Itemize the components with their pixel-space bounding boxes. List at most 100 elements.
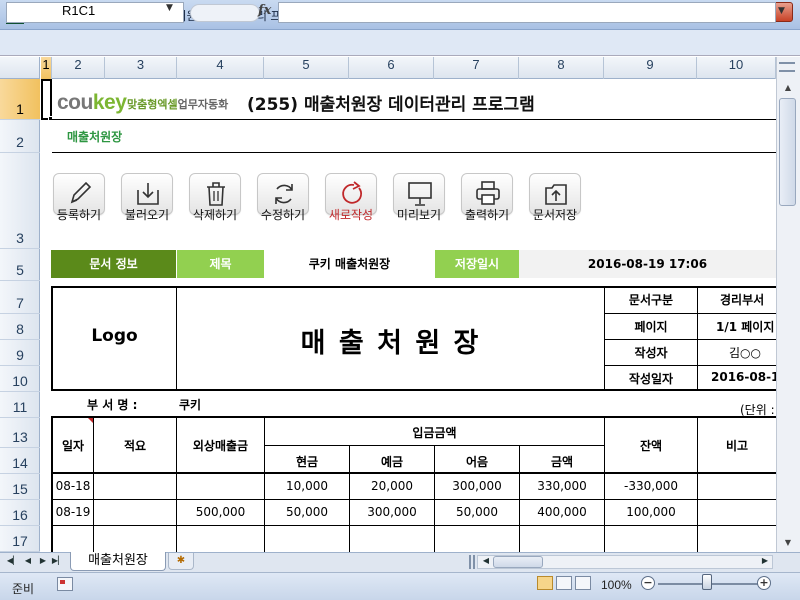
select-all-corner[interactable] — [0, 57, 40, 79]
table-cell-amount[interactable]: 400,000 — [520, 505, 604, 519]
table-cell-cash[interactable]: 10,000 — [265, 479, 349, 493]
saved-at-value[interactable]: 2016-08-19 17:06 — [519, 250, 776, 278]
row-header[interactable]: 17 — [0, 526, 40, 552]
table-cell-note[interactable]: 50,000 — [435, 505, 519, 519]
logo-placeholder: Logo — [91, 326, 138, 346]
column-header[interactable]: 9 — [604, 57, 697, 79]
zoom-level[interactable]: 100% — [601, 578, 632, 592]
column-header[interactable]: 7 — [434, 57, 519, 79]
insert-function-icon[interactable]: fx — [258, 3, 271, 18]
row-header[interactable]: 16 — [0, 500, 40, 526]
row-header[interactable]: 7 — [0, 281, 40, 314]
col-note-header: 어음 — [465, 455, 489, 469]
table-cell-date[interactable]: 08-18 — [53, 479, 93, 493]
column-header[interactable]: 1 — [41, 57, 52, 79]
col-memo-header: 적요 — [123, 439, 147, 453]
table-cell-credit-sales[interactable]: 500,000 — [177, 505, 264, 519]
column-header[interactable]: 2 — [52, 57, 105, 79]
table-cell-balance[interactable]: -330,000 — [605, 479, 697, 493]
macro-record-icon[interactable] — [57, 577, 73, 591]
last-sheet-icon[interactable]: ▶▏ — [51, 554, 65, 568]
preview-label[interactable]: 미리보기 — [386, 206, 452, 223]
scroll-left-icon[interactable]: ◀ — [479, 554, 493, 568]
zoom-in-icon[interactable]: + — [757, 576, 771, 590]
saved-at-label: 저장일시 — [435, 250, 519, 278]
delete-label[interactable]: 삭제하기 — [182, 206, 248, 223]
formula-input[interactable] — [278, 2, 776, 23]
row-header[interactable]: 8 — [0, 314, 40, 340]
table-cell-note[interactable]: 300,000 — [435, 479, 519, 493]
scroll-down-icon[interactable]: ▼ — [778, 534, 798, 551]
expand-formula-bar-icon[interactable]: ▼ — [778, 6, 785, 16]
new-doc-icon — [342, 181, 362, 204]
zoom-out-icon[interactable]: − — [641, 576, 655, 590]
column-header[interactable]: 3 — [105, 57, 177, 79]
tab-split-handle[interactable] — [469, 555, 475, 569]
divider — [52, 119, 776, 120]
name-box-value: R1C1 — [62, 3, 96, 18]
column-header[interactable]: 10 — [697, 57, 776, 79]
column-header[interactable]: 4 — [177, 57, 264, 79]
table-row-line — [51, 499, 776, 500]
row-header[interactable]: 13 — [0, 418, 40, 448]
active-cell[interactable] — [41, 79, 52, 120]
row-header[interactable]: 2 — [0, 120, 40, 153]
meta-value[interactable]: 김○○ — [698, 344, 776, 361]
scroll-right-icon[interactable]: ▶ — [758, 554, 772, 568]
sheet-tab-active[interactable]: 매출처원장 — [70, 552, 166, 571]
meta-value[interactable]: 2016-08-1 — [698, 370, 776, 384]
dept-value[interactable]: 쿠키 — [179, 396, 201, 413]
divider — [52, 152, 776, 153]
normal-view-icon[interactable] — [537, 576, 553, 590]
column-header[interactable]: 8 — [519, 57, 604, 79]
formula-cancel-enter-area — [190, 4, 260, 22]
page-layout-view-icon[interactable] — [556, 576, 572, 590]
status-bar — [0, 572, 800, 600]
register-label[interactable]: 등록하기 — [46, 206, 112, 223]
new-label[interactable]: 새로작성 — [318, 206, 384, 223]
vertical-scroll-thumb[interactable] — [779, 98, 796, 206]
meta-value[interactable]: 1/1 페이지 — [698, 318, 776, 335]
row-header[interactable]: 5 — [0, 249, 40, 281]
column-header[interactable]: 6 — [349, 57, 434, 79]
prev-sheet-icon[interactable]: ◀ — [21, 554, 35, 568]
worksheet-grid[interactable]: coukey 맞춤형엑셀업무자동화 (255) 매출처원장 데이터관리 프로그램… — [41, 79, 776, 552]
printer-icon — [476, 181, 500, 205]
print-label[interactable]: 출력하기 — [454, 206, 520, 223]
save-document-label[interactable]: 문서저장 — [522, 206, 588, 223]
load-label[interactable]: 불러오기 — [114, 206, 180, 223]
trash-icon — [207, 182, 225, 206]
next-sheet-icon[interactable]: ▶ — [36, 554, 50, 568]
col-date-header: 일자 — [61, 439, 85, 453]
table-cell-cash[interactable]: 50,000 — [265, 505, 349, 519]
row-header[interactable]: 9 — [0, 340, 40, 366]
zoom-slider-thumb[interactable] — [702, 574, 712, 590]
page-break-view-icon[interactable] — [575, 576, 591, 590]
split-handle-icon[interactable] — [779, 62, 795, 72]
table-cell-amount[interactable]: 330,000 — [520, 479, 604, 493]
row-header[interactable]: 14 — [0, 448, 40, 474]
scroll-up-icon[interactable]: ▲ — [778, 79, 798, 96]
chevron-down-icon[interactable]: ▼ — [166, 3, 173, 13]
table-cell-date[interactable]: 08-19 — [53, 505, 93, 519]
table-cell-deposit[interactable]: 300,000 — [350, 505, 434, 519]
meta-value[interactable]: 경리부서 — [698, 291, 776, 308]
first-sheet-icon[interactable]: ◀▏ — [6, 554, 20, 568]
title-field-value[interactable]: 쿠키 매출처원장 — [264, 250, 435, 278]
row-header[interactable]: 10 — [0, 366, 40, 392]
edit-label[interactable]: 수정하기 — [250, 206, 316, 223]
column-header[interactable]: 5 — [264, 57, 349, 79]
horizontal-scroll-thumb[interactable] — [493, 556, 543, 568]
meta-divider — [604, 339, 776, 340]
insert-sheet-icon[interactable]: ✱ — [168, 553, 194, 570]
doc-info-label: 문서 정보 — [51, 250, 176, 278]
row-header[interactable]: 1 — [0, 79, 40, 120]
table-cell-balance[interactable]: 100,000 — [605, 505, 697, 519]
row-header[interactable]: 11 — [0, 392, 40, 418]
table-cell-deposit[interactable]: 20,000 — [350, 479, 434, 493]
row-header[interactable]: 15 — [0, 474, 40, 500]
comment-indicator[interactable] — [88, 418, 93, 423]
row-header-bar: 1 2 3 5 7 8 9 10 11 13 14 15 16 17 — [0, 79, 40, 552]
table-line — [264, 445, 604, 446]
row-header[interactable]: 3 — [0, 153, 40, 249]
